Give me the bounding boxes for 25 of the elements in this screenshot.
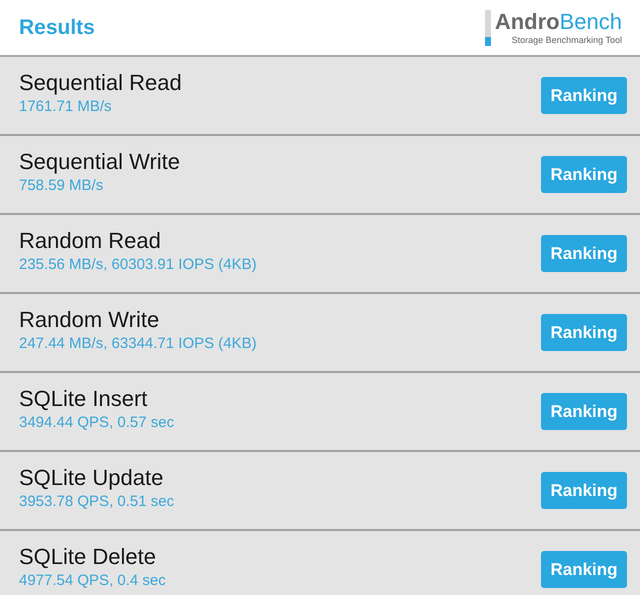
result-value: 235.56 MB/s, 60303.91 IOPS (4KB) — [19, 256, 257, 273]
result-name: Random Write — [19, 307, 160, 333]
result-name: Random Read — [19, 228, 162, 254]
ranking-button[interactable]: Ranking — [541, 393, 627, 430]
ranking-button[interactable]: Ranking — [541, 235, 627, 272]
result-value: 1761.71 MB/s — [19, 98, 113, 115]
result-value: 3494.44 QPS, 0.57 sec — [19, 414, 174, 431]
result-value: 3953.78 QPS, 0.51 sec — [19, 493, 174, 510]
ranking-button[interactable]: Ranking — [541, 77, 627, 114]
result-value: 758.59 MB/s — [19, 177, 104, 194]
ranking-button[interactable]: Ranking — [541, 314, 627, 351]
result-value: 4977.54 QPS, 0.4 sec — [19, 572, 166, 589]
ranking-button[interactable]: Ranking — [541, 156, 627, 193]
result-value: 247.44 MB/s, 63344.71 IOPS (4KB) — [19, 335, 257, 352]
page-title: Results — [19, 16, 95, 40]
result-name: SQLite Update — [19, 465, 164, 491]
logo-tagline: Storage Benchmarking Tool — [512, 34, 622, 46]
result-name: Sequential Read — [19, 70, 182, 96]
logo-wordmark: AndroBench — [494, 10, 622, 34]
result-name: SQLite Insert — [19, 386, 148, 412]
ranking-button[interactable]: Ranking — [541, 472, 627, 509]
result-name: Sequential Write — [19, 149, 180, 175]
result-name: SQLite Delete — [19, 544, 157, 570]
logo-bar-icon — [484, 10, 491, 46]
ranking-button[interactable]: Ranking — [541, 551, 627, 588]
